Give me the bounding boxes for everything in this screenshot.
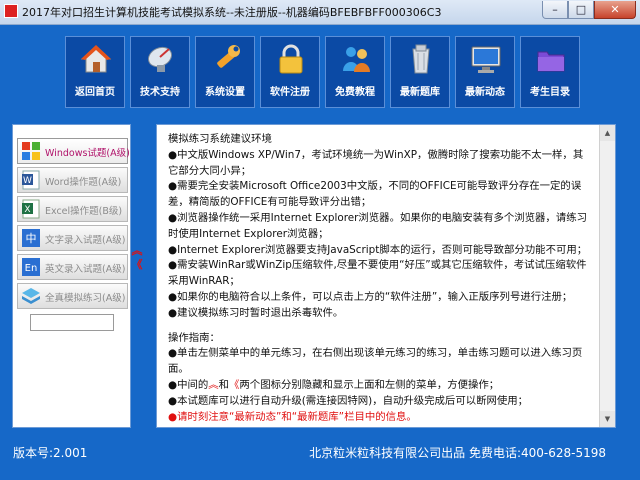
student-dir-label: 考生目录 xyxy=(530,87,570,98)
chinese-input-icon: 中 xyxy=(22,229,40,247)
register-button[interactable]: 软件注册 xyxy=(260,36,320,108)
hide-top-menu-button[interactable]: ︽ xyxy=(131,244,143,258)
stack-layers-icon xyxy=(22,288,40,304)
menu-full-simulation[interactable]: 全真模拟练习(A级) xyxy=(17,283,128,309)
home-icon xyxy=(80,45,112,73)
question-bank-button[interactable]: 最新题库 xyxy=(390,36,450,108)
title-bar: 2017年对口招生计算机技能考试模拟系统--未注册版--机器编码BFEBFBFF… xyxy=(0,0,640,25)
left-menu-panel: Windows试题(A级) W Word操作题(A级) X Excel操作题(B… xyxy=(12,124,131,428)
hide-left-menu-button[interactable]: 《 xyxy=(131,258,143,272)
menu-english-typing-label: 英文录入试题(A级) xyxy=(45,264,126,275)
left-arrows-glyph: 《 xyxy=(229,378,240,391)
settings-label: 系统设置 xyxy=(205,87,245,98)
news-label: 最新动态 xyxy=(465,87,505,98)
tech-support-label: 技术支持 xyxy=(140,87,180,98)
monitor-icon xyxy=(471,46,501,73)
env-item: ●浏览器操作统一采用Internet Explorer浏览器。如果你的电脑安装有… xyxy=(168,211,587,240)
guide-arrows-prefix: ●中间的 xyxy=(168,378,209,391)
status-bar: 版本号:2.001 北京粒米粒科技有限公司出品 免费电话:400-628-519… xyxy=(0,441,640,463)
env-item: ●Internet Explorer浏览器要支持JavaScript脚本的运行，… xyxy=(168,243,588,256)
info-content-pane: 模拟练习系统建议环境 ●中文版Windows XP/Win7，考试环境统一为Wi… xyxy=(156,124,616,428)
guide-arrows-and: 和 xyxy=(218,378,230,391)
home-button[interactable]: 返回首页 xyxy=(65,36,125,108)
version-text: 版本号:2.001 xyxy=(13,446,88,460)
tutorial-label: 免费教程 xyxy=(335,87,375,98)
env-item: ●如果你的电脑符合以上条件，可以点击上方的“软件注册”，输入正版序列号进行注册； xyxy=(168,290,573,303)
recycle-bin-icon xyxy=(412,44,430,74)
excel-sheet-icon: X xyxy=(22,199,40,219)
menu-windows-label: Windows试题(A级) xyxy=(45,148,130,159)
scroll-up-button[interactable]: ▲ xyxy=(600,125,615,141)
maximize-button[interactable]: □ xyxy=(568,1,594,19)
guide-arrows-suffix: 两个图标分别隐藏和显示上面和左侧的菜单，方便操作； xyxy=(239,378,500,391)
menu-word[interactable]: W Word操作题(A级) xyxy=(17,167,128,193)
tutorial-button[interactable]: 免费教程 xyxy=(325,36,385,108)
wrench-icon xyxy=(217,45,240,68)
close-button[interactable]: ✕ xyxy=(594,1,636,19)
satellite-dish-icon xyxy=(147,46,173,72)
env-item: ●需安装WinRar或WinZip压缩软件,尽量不要使用“好压”或其它压缩软件，… xyxy=(168,259,587,288)
register-label: 软件注册 xyxy=(270,87,310,98)
menu-word-label: Word操作题(A级) xyxy=(45,177,122,188)
menu-english-typing[interactable]: En 英文录入试题(A级) xyxy=(17,254,128,280)
window-controls: – □ ✕ xyxy=(542,1,636,20)
collapse-controls: ︽ 《 xyxy=(131,244,143,272)
menu-windows[interactable]: Windows试题(A级) xyxy=(17,138,130,164)
env-item: ●需要完全安装Microsoft Office2003中文版，不同的OFFICE… xyxy=(168,180,582,209)
svg-text:W: W xyxy=(23,176,32,186)
menu-excel-label: Excel操作题(B级) xyxy=(45,206,123,217)
vertical-scrollbar[interactable]: ▲ ▼ xyxy=(599,125,615,427)
question-bank-label: 最新题库 xyxy=(400,87,440,98)
news-button[interactable]: 最新动态 xyxy=(455,36,515,108)
menu-chinese-typing-label: 文字录入试题(A级) xyxy=(45,235,126,246)
svg-text:En: En xyxy=(25,263,38,274)
scroll-down-button[interactable]: ▼ xyxy=(600,411,615,427)
svg-text:中: 中 xyxy=(26,232,37,245)
purple-folder-icon xyxy=(537,51,565,72)
guide-item: ●单击左侧菜单中的单元练习，在右侧出现该单元练习的练习，单击练习题可以进入练习页… xyxy=(168,347,583,376)
people-icon xyxy=(343,47,370,72)
guide-notice: ●请时刻注意“最新动态”和“最新题库”栏目中的信息。 xyxy=(168,410,417,423)
up-arrows-glyph: ︽ xyxy=(208,378,219,391)
window-title: 2017年对口招生计算机技能考试模拟系统--未注册版--机器编码BFEBFBFF… xyxy=(22,6,442,19)
svg-text:X: X xyxy=(24,205,30,215)
env-item: ●中文版Windows XP/Win7，考试环境统一为WinXP，傲腾时除了搜索… xyxy=(168,148,584,177)
padlock-icon xyxy=(279,44,303,74)
guide-item-arrows: ●中间的︽和《两个图标分别隐藏和显示上面和左侧的菜单，方便操作； xyxy=(168,378,592,394)
menu-excel[interactable]: X Excel操作题(B级) xyxy=(17,196,128,222)
app-icon xyxy=(4,4,18,18)
company-info: 北京粒米粒科技有限公司出品 免费电话:400-628-5198 xyxy=(309,446,606,460)
guide-item: ●本试题库可以进行自动升级(需连接因特网)，自动升级完成后可以断网使用； xyxy=(168,394,529,407)
env-item: ●建议模拟练习时暂时退出杀毒软件。 xyxy=(168,306,344,319)
guide-heading: 操作指南： xyxy=(168,331,220,344)
student-dir-button[interactable]: 考生目录 xyxy=(520,36,580,108)
env-heading: 模拟练习系统建议环境 xyxy=(168,133,272,145)
sidebar-text-field[interactable] xyxy=(30,314,114,331)
menu-full-simulation-label: 全真模拟练习(A级) xyxy=(45,293,126,304)
windows-logo-icon xyxy=(22,142,40,160)
info-text: 模拟练习系统建议环境 ●中文版Windows XP/Win7，考试环境统一为Wi… xyxy=(168,132,592,425)
tech-support-button[interactable]: 技术支持 xyxy=(130,36,190,108)
word-document-icon: W xyxy=(22,170,40,190)
main-toolbar: 返回首页 技术支持 系统设置 软件注册 免费教程 最新题库 最新动态 考生目录 xyxy=(0,25,640,111)
settings-button[interactable]: 系统设置 xyxy=(195,36,255,108)
minimize-button[interactable]: – xyxy=(542,1,568,19)
english-input-icon: En xyxy=(22,258,40,276)
menu-chinese-typing[interactable]: 中 文字录入试题(A级) xyxy=(17,225,128,251)
home-button-label: 返回首页 xyxy=(75,87,115,98)
